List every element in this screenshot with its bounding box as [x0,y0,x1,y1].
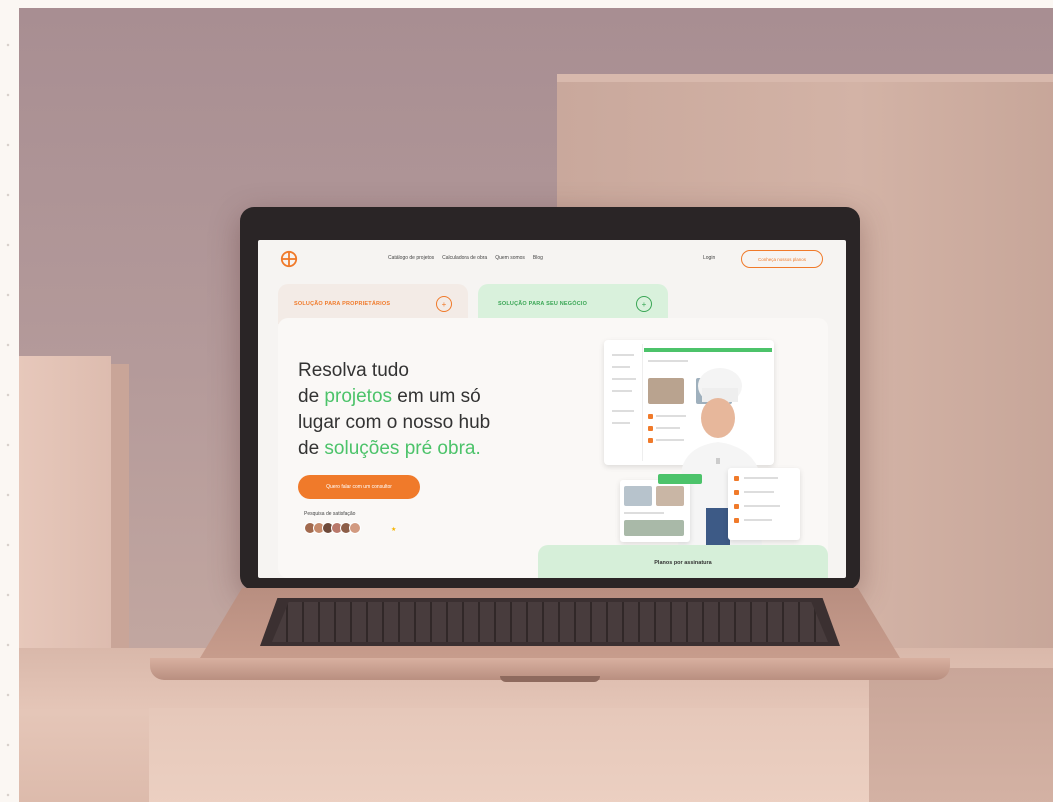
logo-icon[interactable] [280,250,298,268]
hero-section: Resolva tudo de projetos em um só lugar … [278,318,828,578]
nav-link-catalogo[interactable]: Catálogo de projetos [388,255,434,261]
avatar [349,522,361,534]
tab-label: SOLUÇÃO PARA SEU NEGÓCIO [498,301,588,307]
rating-label: Pesquisa de satisfação [304,511,356,517]
nav-link-quem-somos[interactable]: Quem somos [495,255,525,261]
hero-headline: Resolva tudo de projetos em um só lugar … [298,360,491,459]
plans-section-tab[interactable]: Planos por assinatura [538,545,828,578]
tab-label: SOLUÇÃO PARA PROPRIETÁRIOS [294,301,391,307]
list-mockup [728,468,800,540]
mockup-green-pill [658,474,702,484]
shelf-front [149,708,869,802]
login-link[interactable]: Login [703,255,715,261]
mockup-sidebar [608,344,643,461]
nav-links: Catálogo de projetos Calculadora de obra… [388,255,543,261]
laptop-notch [500,676,600,682]
plans-label: Planos por assinatura [654,560,712,566]
consultant-button[interactable]: Quero falar com um consultor [298,475,420,499]
mockup-progress-bar [644,348,772,352]
page-edge-dots [5,0,11,802]
star-icon: ★ [391,527,397,533]
nav-link-blog[interactable]: Blog [533,255,543,261]
backdrop-block-edge [557,74,1053,82]
plus-icon[interactable]: + [436,296,452,312]
plans-button[interactable]: Conheça nossos planos [741,250,823,268]
plus-icon[interactable]: + [636,296,652,312]
customer-avatars [304,522,361,534]
nav-link-calculadora[interactable]: Calculadora de obra [442,255,487,261]
laptop-base [150,588,950,698]
gallery-mockup [620,480,690,542]
laptop-screen: Catálogo de projetos Calculadora de obra… [258,240,846,578]
site-navbar: Catálogo de projetos Calculadora de obra… [258,240,846,278]
keyboard-keys [272,602,828,642]
